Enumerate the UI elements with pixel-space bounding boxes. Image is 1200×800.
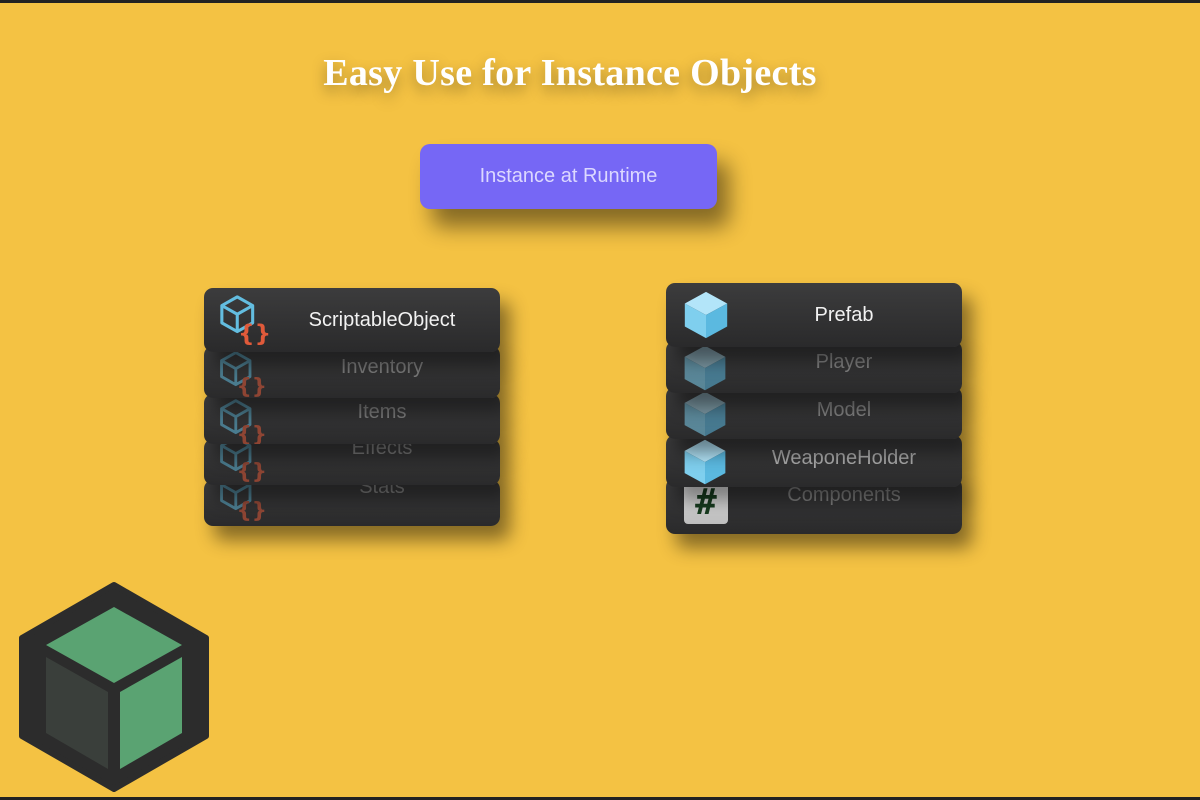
scriptable-object-icon <box>218 480 266 522</box>
stack-item-label: WeaponeHolder <box>771 447 917 469</box>
prefab-label: Prefab <box>814 304 874 326</box>
scriptable-object-icon <box>218 294 270 346</box>
prefab-cube-icon <box>680 389 730 439</box>
stack-item-inventory[interactable]: Inventory <box>204 346 500 398</box>
stack-item-label: Items <box>357 401 407 423</box>
prefab-cube-icon <box>680 437 730 487</box>
cube-logo-icon <box>19 582 209 792</box>
instance-at-runtime-button[interactable]: Instance at Runtime <box>420 144 717 209</box>
stack-item-stats[interactable]: Stats <box>204 480 500 526</box>
stack-item-player[interactable]: Player <box>666 341 962 393</box>
page-title: Easy Use for Instance Objects <box>323 52 817 94</box>
prefab-cube-icon <box>680 289 732 341</box>
prefab-header[interactable]: Prefab <box>666 283 962 347</box>
page-canvas: Easy Use for Instance Objects Instance a… <box>0 0 1200 800</box>
prefab-stack: # Components WeaponeHolder Model Player … <box>666 283 962 535</box>
stack-item-label: Player <box>815 351 873 373</box>
stack-item-model[interactable]: Model <box>666 387 962 439</box>
scriptable-object-header[interactable]: ScriptableObject <box>204 288 500 352</box>
scriptable-object-icon <box>218 439 266 483</box>
stack-item-label: Components <box>787 484 901 506</box>
stack-item-items[interactable]: Items <box>204 394 500 444</box>
stack-item-label: Model <box>816 399 872 421</box>
scriptable-object-stack: Stats Effects Items Inventory Scriptable… <box>204 288 500 528</box>
stack-item-effects[interactable]: Effects <box>204 439 500 485</box>
stack-item-weaponeholder[interactable]: WeaponeHolder <box>666 435 962 487</box>
scriptable-object-icon <box>218 398 266 444</box>
scriptable-object-label: ScriptableObject <box>308 309 456 331</box>
stack-item-label: Inventory <box>340 356 424 378</box>
prefab-cube-icon <box>680 343 730 393</box>
scriptable-object-icon <box>218 350 266 398</box>
script-hash-icon: # <box>684 482 728 524</box>
